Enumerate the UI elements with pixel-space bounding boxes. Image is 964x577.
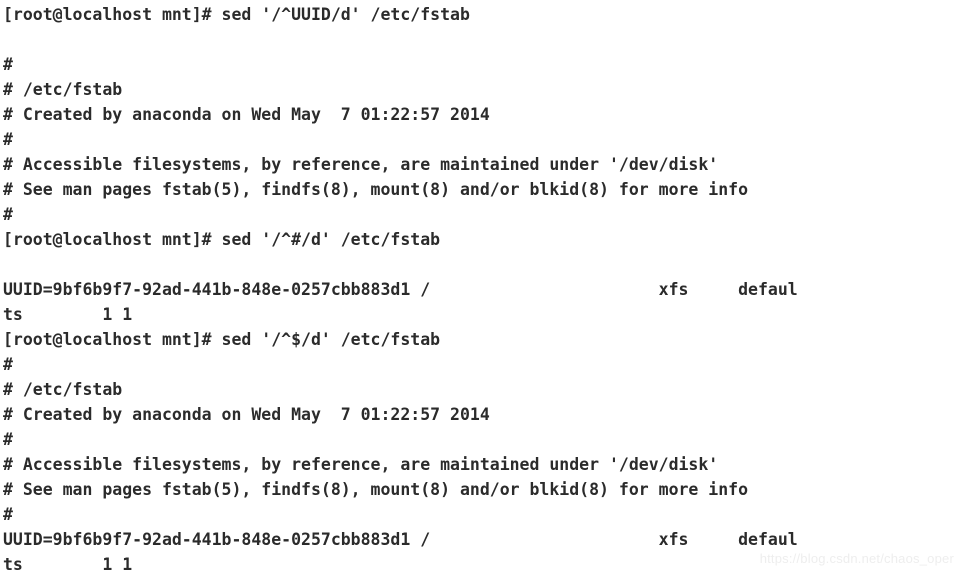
terminal-window[interactable]: [root@localhost mnt]# sed '/^UUID/d' /et… <box>0 0 964 574</box>
terminal-line: UUID=9bf6b9f7-92ad-441b-848e-0257cbb883d… <box>3 530 798 549</box>
terminal-line: # <box>3 505 13 524</box>
terminal-line: # <box>3 205 13 224</box>
terminal-line: # <box>3 55 13 74</box>
terminal-line: [root@localhost mnt]# sed '/^UUID/d' /et… <box>3 5 470 24</box>
terminal-line: # <box>3 355 13 374</box>
terminal-line: # /etc/fstab <box>3 380 123 399</box>
terminal-line: # See man pages fstab(5), findfs(8), mou… <box>3 480 749 499</box>
terminal-line: # <box>3 130 13 149</box>
terminal-line: [root@localhost mnt]# sed '/^$/d' /etc/f… <box>3 330 441 349</box>
terminal-line: # Accessible filesystems, by reference, … <box>3 455 719 474</box>
terminal-line: ts 1 1 <box>3 305 133 324</box>
terminal-line: # Accessible filesystems, by reference, … <box>3 155 719 174</box>
terminal-line: # Created by anaconda on Wed May 7 01:22… <box>3 105 490 124</box>
terminal-line: # /etc/fstab <box>3 80 123 99</box>
terminal-line: UUID=9bf6b9f7-92ad-441b-848e-0257cbb883d… <box>3 280 798 299</box>
terminal-line: # Created by anaconda on Wed May 7 01:22… <box>3 405 490 424</box>
watermark-text: https://blog.csdn.net/chaos_oper <box>759 551 954 566</box>
terminal-output[interactable]: [root@localhost mnt]# sed '/^UUID/d' /et… <box>3 2 964 577</box>
terminal-line: # See man pages fstab(5), findfs(8), mou… <box>3 180 749 199</box>
terminal-line: [root@localhost mnt]# sed '/^#/d' /etc/f… <box>3 230 441 249</box>
terminal-line: # <box>3 430 13 449</box>
